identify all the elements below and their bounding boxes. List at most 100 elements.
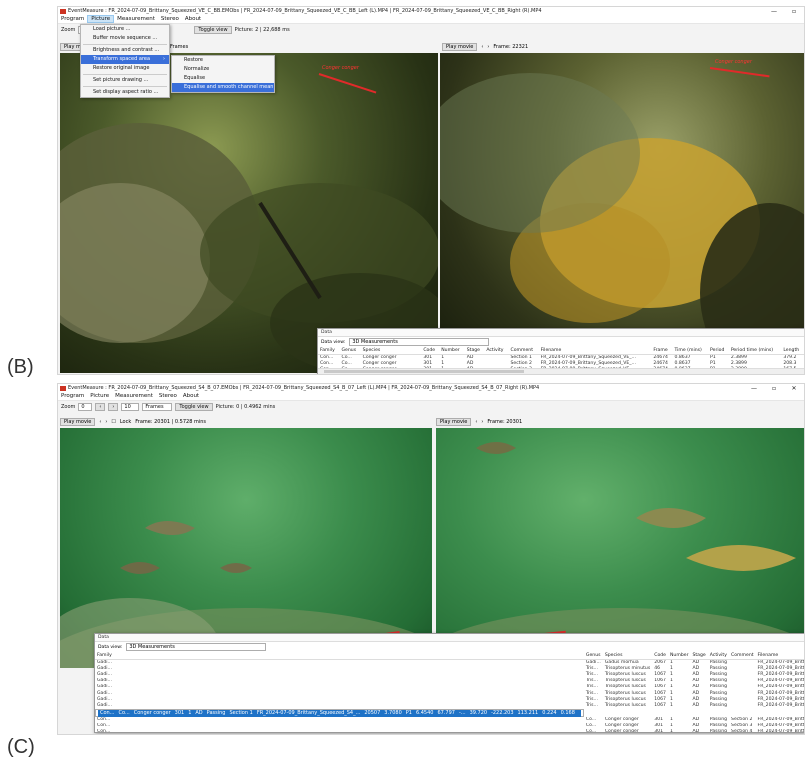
column-header[interactable]: Family bbox=[318, 347, 340, 355]
table-cell: 6.4540 bbox=[413, 709, 436, 717]
panel-label-b: (B) bbox=[7, 356, 34, 378]
table-cell: Passing bbox=[709, 723, 728, 729]
column-header[interactable]: Stage bbox=[464, 347, 485, 355]
zoom-label: Zoom bbox=[61, 27, 76, 33]
table-cell: FR_2024-07-09_Brittany_Squeezed_VE_... bbox=[540, 360, 636, 366]
frame-back-icon[interactable]: ‹ bbox=[475, 419, 477, 425]
table-cell: Passing bbox=[709, 665, 728, 671]
left-camera-view[interactable] bbox=[60, 428, 432, 668]
column-header[interactable]: Genus bbox=[339, 347, 361, 355]
menu-item-picture-drawing[interactable]: Set picture drawing ... bbox=[81, 76, 169, 85]
lock-checkbox[interactable]: ☐ bbox=[111, 419, 115, 425]
column-header[interactable]: Comment bbox=[508, 347, 539, 355]
toggle-view-button[interactable]: Toggle view bbox=[175, 403, 213, 411]
column-header[interactable]: Filename bbox=[755, 652, 804, 660]
toggle-view-button[interactable]: Toggle view bbox=[194, 26, 232, 34]
table-cell: FR_2024-07-09_Brittany_Squeezed_S4_... bbox=[757, 729, 805, 733]
column-header[interactable]: Period bbox=[708, 347, 729, 355]
frame-forward-icon[interactable]: › bbox=[105, 419, 107, 425]
submenu-normalize[interactable]: Normalize bbox=[172, 65, 274, 74]
column-header[interactable]: Species bbox=[602, 652, 653, 660]
menu-item-load-picture[interactable]: Load picture ... bbox=[81, 25, 169, 34]
column-header[interactable]: Activity bbox=[484, 347, 509, 355]
right-camera-view[interactable] bbox=[436, 428, 804, 668]
menu-item-restore-original[interactable]: Restore original image bbox=[81, 64, 169, 73]
minimize-icon[interactable]: — bbox=[744, 385, 764, 392]
frame-back-icon[interactable]: ‹ bbox=[481, 44, 483, 50]
left-tab: Frames bbox=[170, 42, 188, 51]
left-camera-view[interactable]: Conger conger bbox=[60, 53, 438, 373]
menu-item-brightness[interactable]: Brightness and contrast ... bbox=[81, 46, 169, 55]
column-header[interactable]: Number bbox=[439, 347, 465, 355]
menu-about[interactable]: About bbox=[182, 16, 204, 22]
horizontal-scrollbar[interactable] bbox=[318, 368, 804, 374]
menu-stereo[interactable]: Stereo bbox=[158, 16, 182, 22]
column-header[interactable]: Family bbox=[95, 652, 584, 660]
menu-program[interactable]: Program bbox=[58, 16, 87, 22]
data-view-select[interactable]: 3D Measurements bbox=[126, 643, 267, 651]
table-cell: 20507 bbox=[362, 709, 383, 717]
column-header[interactable]: Genus bbox=[583, 652, 603, 660]
play-movie-button-right[interactable]: Play movie bbox=[442, 42, 478, 51]
column-header[interactable]: Frame bbox=[651, 347, 673, 355]
menu-item-transform[interactable]: Transform spaced area › bbox=[81, 55, 169, 64]
minimize-icon[interactable]: — bbox=[764, 8, 784, 15]
frame-forward-icon[interactable]: › bbox=[487, 44, 489, 50]
menu-item-aspect-ratio[interactable]: Set display aspect ratio ... bbox=[81, 88, 169, 97]
table-cell: 1 bbox=[670, 702, 673, 708]
menu-stereo[interactable]: Stereo bbox=[156, 393, 180, 399]
table-cell: 1067 bbox=[654, 678, 666, 684]
close-icon[interactable]: ✕ bbox=[784, 385, 804, 392]
table-cell: Passing bbox=[709, 671, 728, 677]
table-cell: Passing bbox=[709, 678, 728, 684]
menu-item-buffer-movie[interactable]: Buffer movie sequence ... bbox=[81, 34, 169, 43]
right-camera-view[interactable]: Conger conger bbox=[440, 53, 804, 373]
menu-program[interactable]: Program bbox=[58, 393, 87, 399]
column-header[interactable]: Comment bbox=[729, 652, 756, 660]
data-window-b: Data Data view: 3D Measurements Family Ge… bbox=[317, 328, 804, 374]
right-scene bbox=[440, 73, 804, 373]
column-header[interactable]: Period time (mins) bbox=[728, 347, 782, 355]
step-back-button[interactable]: ‹ bbox=[95, 403, 106, 411]
menu-measurement[interactable]: Measurement bbox=[112, 393, 156, 399]
data-view-label: Data view: bbox=[321, 339, 346, 345]
table-row[interactable]: Con... Co... Conger conger 301 1 AD Section 2F… bbox=[318, 360, 804, 366]
step-unit-select[interactable]: Frames bbox=[142, 403, 173, 411]
column-header[interactable]: Number bbox=[668, 652, 691, 660]
table-row[interactable]: Con... Co... Conger conger 301 1 AD Passing Sec… bbox=[95, 708, 584, 717]
column-header[interactable]: Length bbox=[781, 347, 804, 355]
step-forward-button[interactable]: › bbox=[108, 403, 119, 411]
table-cell: 301 bbox=[654, 729, 664, 733]
column-header[interactable]: Activity bbox=[707, 652, 730, 660]
menu-about[interactable]: About bbox=[180, 393, 202, 399]
frame-forward-icon[interactable]: › bbox=[481, 419, 483, 425]
column-header[interactable]: Code bbox=[421, 347, 440, 355]
frame-back-icon[interactable]: ‹ bbox=[99, 419, 101, 425]
submenu-equalise-smooth[interactable]: Equalise and smooth channel mean bbox=[172, 83, 274, 92]
maximize-icon[interactable]: ▫ bbox=[784, 8, 804, 15]
submenu-restore[interactable]: Restore bbox=[172, 56, 274, 65]
column-header[interactable]: Filename bbox=[538, 347, 652, 355]
menu-measurement[interactable]: Measurement bbox=[114, 16, 158, 22]
zoom-select[interactable]: 0 bbox=[78, 403, 93, 411]
table-cell: Passing bbox=[709, 684, 728, 690]
play-movie-button-left[interactable]: Play movie bbox=[60, 417, 96, 426]
menu-picture[interactable]: Picture bbox=[87, 393, 112, 399]
data-view-select[interactable]: 3D Measurements bbox=[349, 338, 490, 346]
column-header[interactable]: Species bbox=[360, 347, 422, 355]
left-cam-controls: Play movie ‹ › ☐ Lock Frame: 20301 | 0.5… bbox=[60, 417, 206, 426]
menu-picture[interactable]: Picture bbox=[87, 15, 115, 23]
data-view-row: Data view: 3D Measurements bbox=[318, 337, 804, 347]
column-header[interactable]: Stage bbox=[690, 652, 708, 660]
submenu-equalise[interactable]: Equalise bbox=[172, 74, 274, 83]
play-movie-button-right[interactable]: Play movie bbox=[436, 417, 472, 426]
maximize-icon[interactable]: ▫ bbox=[764, 385, 784, 392]
table-row[interactable]: Con... Co... Conger conger 301 1 AD Section 1F… bbox=[318, 354, 804, 360]
table-row[interactable]: Con... Co... Conger conger 301 1 AD Passing Sec… bbox=[95, 729, 805, 733]
column-header[interactable]: Code bbox=[652, 652, 668, 660]
table-cell: FR_2024-07-09_Brittany_Squeezed_VE_... bbox=[540, 354, 636, 360]
column-header[interactable]: Time (mins) bbox=[672, 347, 709, 355]
table-cell bbox=[576, 709, 581, 717]
title-bar: EventMeasure : FR_2024-07-09_Brittany_Sq… bbox=[58, 7, 804, 15]
step-input[interactable]: 10 bbox=[121, 403, 140, 411]
